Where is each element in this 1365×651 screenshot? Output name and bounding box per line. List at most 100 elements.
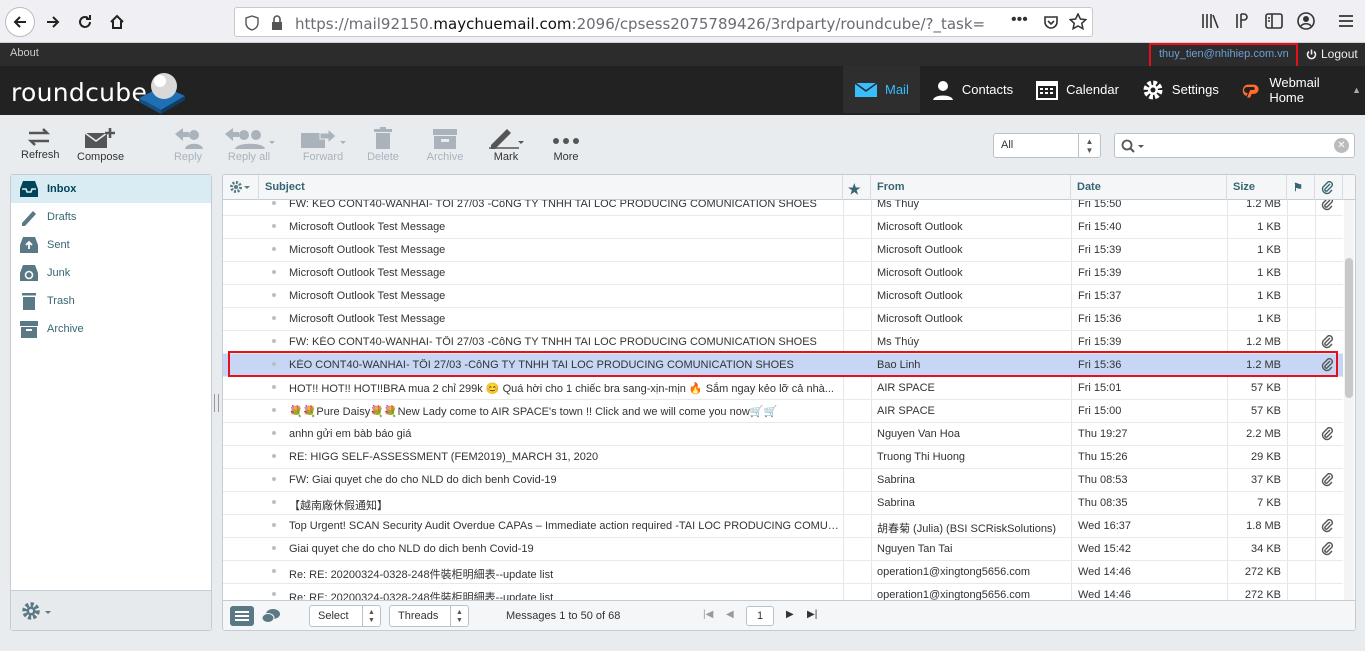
- search-input[interactable]: ✕: [1114, 133, 1355, 158]
- col-status[interactable]: ⚑: [1287, 175, 1315, 200]
- delete-button[interactable]: Delete: [367, 127, 399, 163]
- row-subject[interactable]: 【越南廠休假通知】: [289, 497, 839, 513]
- status-dot-icon[interactable]: [272, 270, 276, 274]
- thread-view-button[interactable]: [261, 606, 281, 629]
- reply-all-button[interactable]: Reply all: [221, 127, 277, 163]
- logout-button[interactable]: Logout: [1306, 47, 1358, 61]
- row-subject[interactable]: Microsoft Outlook Test Message: [289, 290, 839, 302]
- nav-contacts[interactable]: Contacts: [920, 66, 1024, 113]
- row-subject[interactable]: Giai quyet che do cho NLD do dich benh C…: [289, 543, 839, 555]
- row-subject[interactable]: HOT!! HOT!! HOT!!BRA mua 2 chỉ 299k 😊 Qu…: [289, 382, 839, 395]
- table-row[interactable]: 💐💐Pure Daisy💐💐New Lady come to AIR SPACE…: [223, 400, 1343, 423]
- table-row[interactable]: Giai quyet che do cho NLD do dich benh C…: [223, 538, 1343, 561]
- scroll-thumb[interactable]: [1345, 258, 1353, 398]
- table-row[interactable]: Microsoft Outlook Test Message Microsoft …: [223, 308, 1343, 331]
- compose-button[interactable]: Compose: [77, 127, 124, 163]
- table-row[interactable]: FW: KÉO CONT40-WANHAI- TỐI 27/03 -CôNG T…: [223, 200, 1343, 216]
- status-dot-icon[interactable]: [272, 408, 276, 412]
- col-from[interactable]: From: [871, 175, 1071, 200]
- status-dot-icon[interactable]: [272, 592, 276, 596]
- pocket-icon[interactable]: [1043, 14, 1059, 30]
- prev-page-icon[interactable]: ◀: [726, 609, 734, 620]
- status-dot-icon[interactable]: [272, 454, 276, 458]
- list-view-button[interactable]: [230, 606, 254, 626]
- col-date[interactable]: Date: [1071, 175, 1227, 200]
- col-attachment[interactable]: [1315, 175, 1343, 200]
- row-subject[interactable]: Microsoft Outlook Test Message: [289, 244, 839, 256]
- reader-icon[interactable]: [1234, 13, 1248, 29]
- reload-button[interactable]: [70, 7, 100, 37]
- row-subject[interactable]: FW: KÉO CONT40-WANHAI- TỐI 27/03 -CôNG T…: [289, 336, 839, 348]
- page-number-input[interactable]: 1: [746, 606, 774, 626]
- table-row[interactable]: 【越南廠休假通知】 Sabrina Thu 08:35 7 KB: [223, 492, 1343, 515]
- folder-sent[interactable]: Sent: [11, 231, 211, 259]
- row-subject[interactable]: Microsoft Outlook Test Message: [289, 313, 839, 325]
- last-page-icon[interactable]: ▶|: [807, 609, 817, 620]
- table-row[interactable]: Microsoft Outlook Test Message Microsoft …: [223, 239, 1343, 262]
- table-row[interactable]: Microsoft Outlook Test Message Microsoft …: [223, 216, 1343, 239]
- table-row[interactable]: anhn gửi em bàb báo giá Nguyen Van Hoa Thu…: [223, 423, 1343, 446]
- status-dot-icon[interactable]: [272, 316, 276, 320]
- row-subject[interactable]: FW: KÉO CONT40-WANHAI- TỐI 27/03 -CôNG T…: [289, 200, 839, 210]
- status-dot-icon[interactable]: [272, 477, 276, 481]
- more-button[interactable]: More: [550, 127, 582, 163]
- table-row[interactable]: HOT!! HOT!! HOT!!BRA mua 2 chỉ 299k 😊 Qu…: [223, 377, 1343, 400]
- status-dot-icon[interactable]: [272, 569, 276, 573]
- next-page-icon[interactable]: ▶: [786, 609, 794, 620]
- list-scrollbar[interactable]: [1344, 200, 1354, 600]
- archive-button[interactable]: Archive: [426, 127, 464, 163]
- folder-junk[interactable]: Junk: [11, 259, 211, 287]
- menu-icon[interactable]: [1338, 13, 1354, 29]
- reply-button[interactable]: Reply: [168, 127, 208, 163]
- clear-search-icon[interactable]: ✕: [1334, 138, 1349, 153]
- folder-inbox[interactable]: Inbox: [11, 175, 211, 203]
- row-subject[interactable]: Microsoft Outlook Test Message: [289, 267, 839, 279]
- table-row[interactable]: Microsoft Outlook Test Message Microsoft …: [223, 262, 1343, 285]
- row-subject[interactable]: Re: RE: 20200324-0328-248件裝柜明細表--update …: [289, 589, 839, 600]
- table-row[interactable]: Re: RE: 20200324-0328-248件裝柜明細表--update …: [223, 584, 1343, 600]
- panel-splitter[interactable]: [214, 394, 219, 412]
- refresh-button[interactable]: Refresh: [21, 127, 60, 161]
- filter-select[interactable]: All ▲ ▼: [993, 133, 1101, 158]
- table-row[interactable]: Microsoft Outlook Test Message Microsoft …: [223, 285, 1343, 308]
- nav-webmail-home[interactable]: Webmail Home: [1230, 66, 1348, 113]
- row-subject[interactable]: Top Urgent! SCAN Security Audit Overdue …: [289, 520, 839, 532]
- search-icon[interactable]: [1121, 139, 1145, 153]
- list-options-button[interactable]: [223, 175, 259, 200]
- status-dot-icon[interactable]: [272, 523, 276, 527]
- col-size[interactable]: Size: [1227, 175, 1287, 200]
- table-row[interactable]: Re: RE: 20200324-0328-248件裝柜明細表--update …: [223, 561, 1343, 584]
- status-dot-icon[interactable]: [272, 385, 276, 389]
- star-bookmark-icon[interactable]: [1069, 13, 1087, 31]
- more-actions-icon[interactable]: •••: [1011, 11, 1028, 29]
- nav-calendar[interactable]: Calendar: [1024, 66, 1130, 113]
- url-bar[interactable]: https://mail92150.maychuemail.com:2096/c…: [234, 7, 1093, 37]
- threads-dropdown[interactable]: Threads ▲ ▼: [389, 605, 469, 627]
- nav-settings[interactable]: Settings: [1130, 66, 1230, 113]
- table-row[interactable]: FW: Giai quyet che do cho NLD do dich be…: [223, 469, 1343, 492]
- col-subject[interactable]: Subject: [259, 175, 843, 200]
- status-dot-icon[interactable]: [272, 224, 276, 228]
- first-page-icon[interactable]: |◀: [703, 609, 713, 620]
- row-subject[interactable]: FW: Giai quyet che do cho NLD do dich be…: [289, 474, 839, 486]
- sidebar-icon[interactable]: [1265, 13, 1283, 29]
- forward-button[interactable]: Forward: [299, 127, 347, 163]
- select-dropdown[interactable]: Select ▲ ▼: [309, 605, 381, 627]
- status-dot-icon[interactable]: [272, 293, 276, 297]
- status-dot-icon[interactable]: [272, 546, 276, 550]
- folder-drafts[interactable]: Drafts: [11, 203, 211, 231]
- account-icon[interactable]: [1297, 12, 1315, 30]
- back-button[interactable]: [5, 7, 35, 37]
- mark-button[interactable]: Mark: [486, 127, 526, 163]
- row-subject[interactable]: Re: RE: 20200324-0328-248件裝柜明細表--update …: [289, 566, 839, 582]
- status-dot-icon[interactable]: [272, 431, 276, 435]
- table-row[interactable]: Top Urgent! SCAN Security Audit Overdue …: [223, 515, 1343, 538]
- row-subject[interactable]: Microsoft Outlook Test Message: [289, 221, 839, 233]
- row-subject[interactable]: 💐💐Pure Daisy💐💐New Lady come to AIR SPACE…: [289, 405, 839, 418]
- forward-nav-button[interactable]: [38, 7, 68, 37]
- library-icon[interactable]: [1201, 13, 1219, 29]
- status-dot-icon[interactable]: [272, 201, 276, 205]
- status-dot-icon[interactable]: [272, 247, 276, 251]
- gear-icon[interactable]: [21, 601, 55, 621]
- about-link[interactable]: About: [10, 47, 39, 59]
